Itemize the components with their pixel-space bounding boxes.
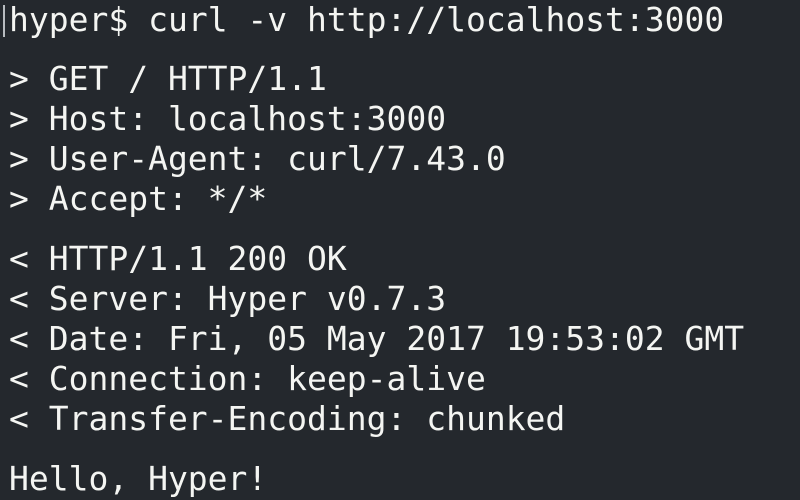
- request-header-user-agent: > User-Agent: curl/7.43.0: [9, 139, 506, 178]
- command-line[interactable]: hyper$ curl -v http://localhost:3000: [9, 0, 800, 40]
- command-text: curl -v http://localhost:3000: [148, 0, 725, 39]
- terminal-window[interactable]: hyper$ curl -v http://localhost:3000 > G…: [0, 0, 800, 500]
- text-cursor: [3, 5, 5, 37]
- response-header-connection: < Connection: keep-alive: [9, 359, 486, 398]
- response-header-server: < Server: Hyper v0.7.3: [9, 279, 447, 318]
- response-body-text: Hello, Hyper!: [9, 459, 268, 498]
- request-line: > GET / HTTP/1.1: [9, 59, 327, 98]
- response-status-line: < HTTP/1.1 200 OK: [9, 239, 347, 278]
- request-headers: > GET / HTTP/1.1 > Host: localhost:3000 …: [9, 59, 800, 219]
- response-headers: < HTTP/1.1 200 OK < Server: Hyper v0.7.3…: [9, 239, 800, 439]
- request-header-host: > Host: localhost:3000: [9, 99, 447, 138]
- response-header-transfer-encoding: < Transfer-Encoding: chunked: [9, 399, 566, 438]
- shell-prompt: hyper$: [9, 0, 129, 39]
- request-header-accept: > Accept: */*: [9, 179, 268, 218]
- response-header-date: < Date: Fri, 05 May 2017 19:53:02 GMT: [9, 319, 745, 358]
- response-body: Hello, Hyper!: [9, 459, 800, 499]
